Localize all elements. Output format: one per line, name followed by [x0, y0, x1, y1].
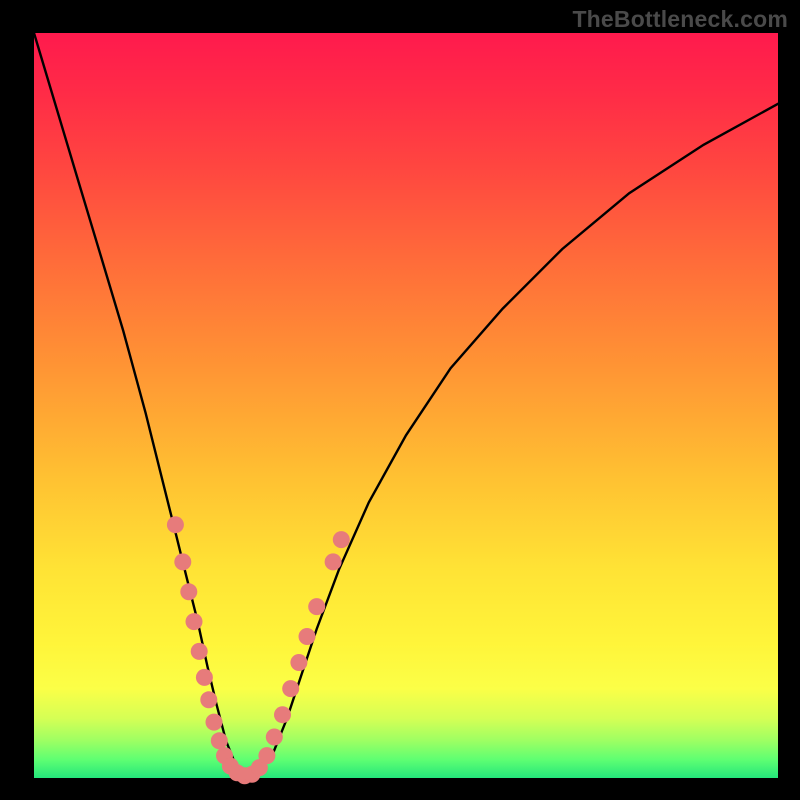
scatter-dot: [191, 643, 208, 660]
scatter-dot: [180, 583, 197, 600]
chart-frame: TheBottleneck.com: [0, 0, 800, 800]
chart-svg: [0, 0, 800, 800]
scatter-dot: [174, 553, 191, 570]
scatter-dot: [211, 732, 228, 749]
scatter-dot: [274, 706, 291, 723]
scatter-dot: [196, 669, 213, 686]
scatter-dot: [186, 613, 203, 630]
scatter-dot: [200, 691, 217, 708]
bottleneck-curve-path: [34, 33, 778, 776]
scatter-dot: [266, 729, 283, 746]
scatter-dots-group: [167, 516, 350, 784]
scatter-dot: [206, 714, 223, 731]
scatter-dot: [325, 553, 342, 570]
scatter-dot: [290, 654, 307, 671]
scatter-dot: [333, 531, 350, 548]
scatter-dot: [167, 516, 184, 533]
scatter-dot: [308, 598, 325, 615]
scatter-dot: [299, 628, 316, 645]
scatter-dot: [258, 747, 275, 764]
scatter-dot: [282, 680, 299, 697]
